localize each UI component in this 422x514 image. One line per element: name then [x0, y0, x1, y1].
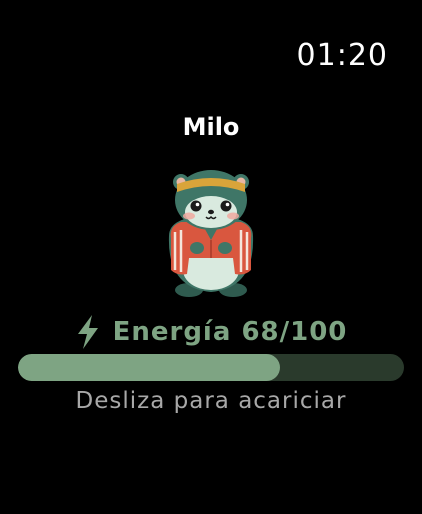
clock-time: 01:20 — [296, 38, 388, 73]
watch-screen: 01:20 Milo Energía 68/100 Desliza para a… — [0, 0, 422, 514]
energy-row: Energía 68/100 — [0, 312, 422, 352]
pet-name: Milo — [182, 113, 240, 141]
energy-progress-fill — [18, 354, 281, 381]
pet-nose — [208, 209, 214, 215]
energy-progress-bar — [18, 354, 404, 381]
hamster-character-icon[interactable] — [159, 166, 263, 300]
pet-right-paw — [218, 242, 232, 254]
pet-left-paw — [190, 242, 204, 254]
lightning-bolt-icon — [77, 315, 98, 349]
pet-right-eye — [220, 200, 232, 212]
swipe-hint: Desliza para acariciar — [75, 388, 347, 414]
pet-left-eye — [190, 200, 202, 212]
energy-label: Energía 68/100 — [112, 317, 348, 347]
